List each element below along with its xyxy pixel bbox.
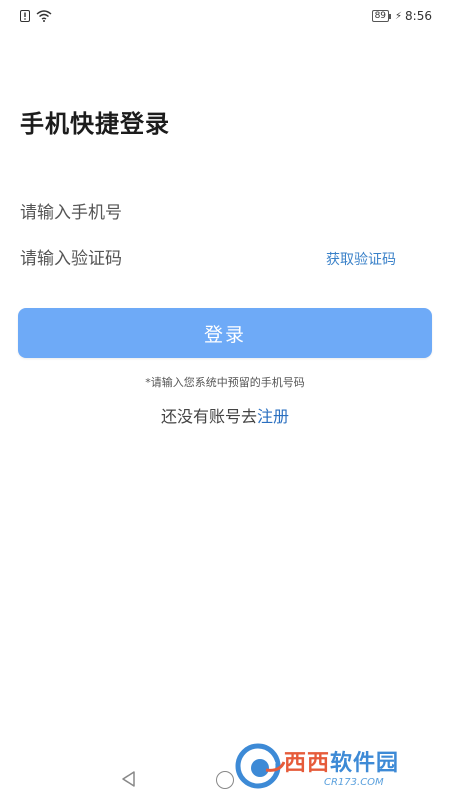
charging-icon: ⚡ (395, 10, 403, 22)
clock: 8:56 (405, 9, 432, 23)
status-right: 89 ⚡ 8:56 (371, 9, 432, 23)
phone-hint: *请输入您系统中预留的手机号码 (145, 376, 305, 389)
watermark-title-red: 西西 (284, 750, 331, 776)
watermark-title: 西西软件园 (284, 745, 399, 777)
get-code-button[interactable]: 获取验证码 (326, 249, 396, 269)
code-field: 获取验证码 (20, 240, 432, 278)
register-row: 还没有账号去注册 (0, 403, 450, 427)
watermark-text: 西西软件园 CR173.COM (284, 745, 399, 788)
watermark-subtitle: CR173.COM (324, 776, 384, 788)
phone-input[interactable] (20, 194, 300, 232)
register-link[interactable]: 注册 (257, 407, 289, 426)
watermark-logo-icon (235, 743, 286, 789)
phone-field (20, 194, 432, 232)
page-title: 手机快捷登录 (20, 110, 170, 138)
battery-icon: 89 (371, 10, 392, 22)
back-icon[interactable] (120, 770, 138, 788)
status-left (20, 10, 52, 22)
watermark-title-blue: 软件园 (330, 750, 400, 776)
code-input[interactable] (20, 240, 300, 278)
status-bar: 89 ⚡ 8:56 (0, 0, 450, 34)
notification-icon (20, 10, 30, 22)
wifi-icon (36, 10, 52, 22)
login-button[interactable]: 登录 (18, 308, 432, 358)
watermark: 西西软件园 CR173.COM (232, 740, 442, 792)
register-prefix: 还没有账号去 (160, 407, 257, 426)
